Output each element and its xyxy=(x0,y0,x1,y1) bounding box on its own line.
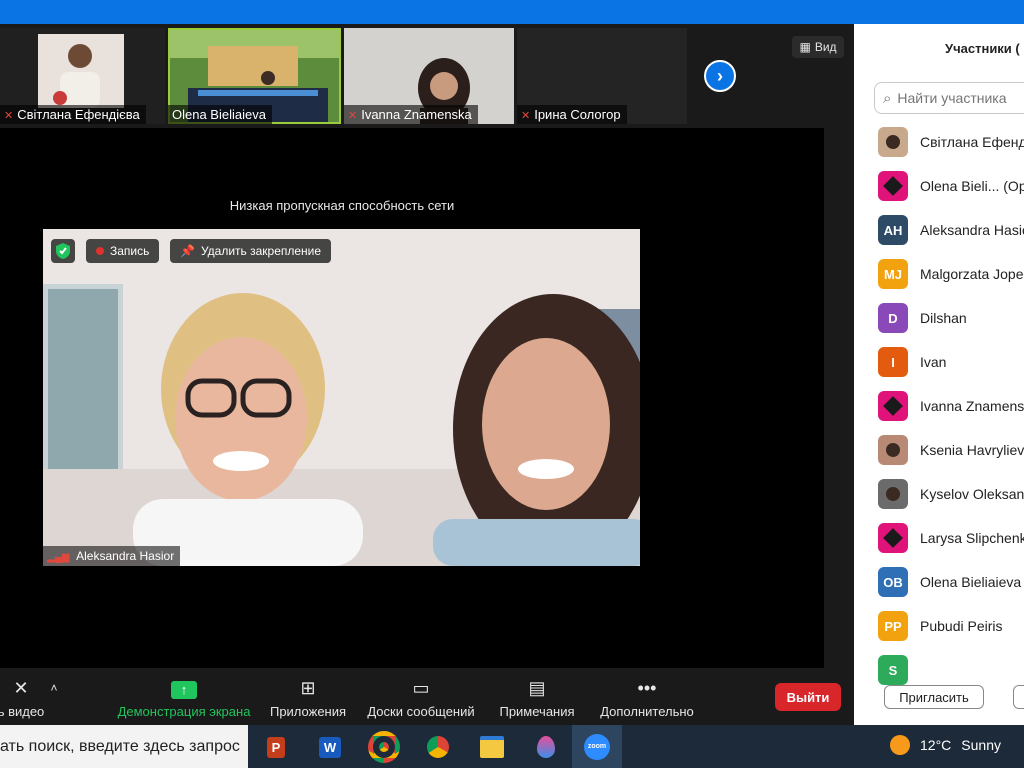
avatar: I xyxy=(878,347,908,377)
participant-name: Ivanna Znamensk xyxy=(920,398,1024,414)
leave-button[interactable]: Выйти xyxy=(775,683,841,711)
logo-avatar xyxy=(878,171,908,201)
encryption-shield-button[interactable] xyxy=(51,239,75,263)
participant-name: ✕ Ірина Сологор xyxy=(517,105,627,124)
sun-icon xyxy=(890,735,910,755)
participant-list-item[interactable]: Ivanna Znamensk xyxy=(854,384,1024,428)
participant-list-item[interactable]: OB Olena Bieliaieva xyxy=(854,560,1024,604)
apps-icon: ⊞ xyxy=(300,678,316,698)
panel-title: Участники ( xyxy=(945,41,1020,56)
participant-thumbnail[interactable]: ✕ Ivanna Znamenska xyxy=(344,28,514,124)
participant-name: Larysa Slipchenko xyxy=(920,530,1024,546)
notes-icon: ▤ xyxy=(528,678,546,698)
speaker-video xyxy=(43,229,640,566)
unpin-button[interactable]: 📌 Удалить закрепление xyxy=(170,239,332,263)
chevron-up-icon: ˄ xyxy=(50,681,58,695)
taskbar-search[interactable]: ать поиск, введите здесь запрос xyxy=(0,725,248,768)
participant-list-item[interactable]: D Dilshan xyxy=(854,296,1024,340)
powerpoint-icon[interactable]: P xyxy=(260,731,292,763)
logo-avatar xyxy=(878,523,908,553)
participant-name: Olena Bieli... (Ор xyxy=(920,178,1024,194)
participant-name: Malgorzata Jope xyxy=(920,266,1024,282)
record-button[interactable]: Запись xyxy=(86,239,160,263)
chrome-icon[interactable] xyxy=(368,731,400,763)
window-titlebar xyxy=(0,0,1024,24)
record-dot-icon xyxy=(96,247,104,255)
photo-avatar xyxy=(878,127,908,157)
participant-list-item[interactable]: Larysa Slipchenko xyxy=(854,516,1024,560)
participant-list-item[interactable]: Ksenia Havrylieva xyxy=(854,428,1024,472)
zoom-icon[interactable]: zoom xyxy=(572,725,622,768)
file-explorer-icon[interactable] xyxy=(476,731,508,763)
avatar: S xyxy=(878,655,908,685)
photo-avatar xyxy=(878,435,908,465)
signal-bars-icon: ▂▄▆ xyxy=(47,552,70,563)
meeting-area: ✕ Світлана Ефендієва Olena Bieliaieva ✕ Iv… xyxy=(0,24,854,670)
notes-button[interactable]: ▤ Примечания xyxy=(492,676,582,719)
chrome-profile-icon[interactable] xyxy=(422,731,454,763)
avatar: AH xyxy=(878,215,908,245)
avatar: PP xyxy=(878,611,908,641)
share-screen-button[interactable]: ↑ Демонстрация экрана xyxy=(110,676,258,719)
grid-icon: ▦ xyxy=(799,40,811,54)
participant-search-input[interactable]: ⌕ Найти участника xyxy=(874,82,1024,114)
next-page-button[interactable]: › xyxy=(704,60,736,92)
participant-name: Olena Bieliaieva xyxy=(168,105,272,124)
network-warning: Низкая пропускная способность сети xyxy=(229,198,455,213)
weather-widget[interactable]: 12°C Sunny xyxy=(890,735,1001,755)
participant-name: Ksenia Havrylieva xyxy=(920,442,1024,458)
participant-thumbnail-active[interactable]: Olena Bieliaieva xyxy=(168,28,341,124)
muted-mic-icon: ✕ xyxy=(348,110,358,122)
participants-panel: Участники ( ⌕ Найти участника Світлана Е… xyxy=(854,24,1024,725)
participant-list-item[interactable]: PP Pubudi Peiris xyxy=(854,604,1024,648)
pinned-video[interactable]: Запись 📌 Удалить закрепление ▂▄▆ Aleksan… xyxy=(43,229,640,566)
participant-name: Pubudi Peiris xyxy=(920,618,1003,634)
muted-mic-icon: ✕ xyxy=(521,110,531,122)
logo-avatar xyxy=(878,391,908,421)
share-screen-icon: ↑ xyxy=(110,676,258,700)
speaker-name-label: ▂▄▆ Aleksandra Hasior xyxy=(43,546,181,566)
whiteboard-icon: ▭ xyxy=(412,678,430,698)
whiteboards-button[interactable]: ▭ Доски сообщений xyxy=(360,676,482,719)
participant-thumbnail[interactable]: ✕ Ірина Сологор xyxy=(517,28,687,124)
avatar: OB xyxy=(878,567,908,597)
participant-name: ✕ Ivanna Znamenska xyxy=(344,105,478,124)
muted-mic-icon: ✕ xyxy=(4,110,14,122)
participant-thumbnail[interactable]: ✕ Світлана Ефендієва xyxy=(0,28,165,124)
paint-icon[interactable] xyxy=(530,731,562,763)
participant-list-item[interactable]: AH Aleksandra Hasio xyxy=(854,208,1024,252)
view-button[interactable]: ▦ Вид xyxy=(792,36,844,58)
participant-name: ✕ Світлана Ефендієва xyxy=(0,105,146,124)
apps-button[interactable]: ⊞ Приложения xyxy=(262,676,354,719)
shield-icon xyxy=(56,243,70,259)
thumbnail-strip: ✕ Світлана Ефендієва Olena Bieliaieva ✕ Iv… xyxy=(0,24,690,127)
participant-list-item[interactable]: I Ivan xyxy=(854,340,1024,384)
more-dots-icon: ••• xyxy=(637,678,657,698)
video-options-caret[interactable]: ˄ xyxy=(44,676,64,704)
participant-name: Kyselov Oleksand xyxy=(920,486,1024,502)
windows-taskbar: ать поиск, введите здесь запрос P W zoom… xyxy=(0,725,1024,768)
photo-avatar xyxy=(878,479,908,509)
participant-name: Світлана Ефенді xyxy=(920,134,1024,150)
chevron-right-icon: › xyxy=(717,65,723,86)
meeting-toolbar: ✕ ь видео ˄ ↑ Демонстрация экрана ⊞ Прил… xyxy=(0,670,854,725)
participant-list-item[interactable]: Olena Bieli... (Ор xyxy=(854,164,1024,208)
participant-name: Aleksandra Hasio xyxy=(920,222,1024,238)
participant-name: Dilshan xyxy=(920,310,967,326)
participant-list-item[interactable]: MJ Malgorzata Jope xyxy=(854,252,1024,296)
participant-list: Світлана Ефенді Olena Bieli... (Ор AH Aleks… xyxy=(854,120,1024,692)
main-stage: Низкая пропускная способность сети Запис… xyxy=(0,128,824,668)
pin-icon: 📌 xyxy=(180,244,195,258)
avatar: MJ xyxy=(878,259,908,289)
participant-name: Olena Bieliaieva xyxy=(920,574,1022,590)
search-icon: ⌕ xyxy=(883,89,892,107)
participant-name: Ivan xyxy=(920,354,947,370)
participant-list-item[interactable]: Kyselov Oleksand xyxy=(854,472,1024,516)
more-button[interactable]: ••• Дополнительно xyxy=(592,676,702,719)
mute-all-button[interactable] xyxy=(1013,685,1024,709)
invite-button[interactable]: Пригласить xyxy=(884,685,984,709)
avatar: D xyxy=(878,303,908,333)
participant-list-item[interactable]: Світлана Ефенді xyxy=(854,120,1024,164)
word-icon[interactable]: W xyxy=(314,731,346,763)
